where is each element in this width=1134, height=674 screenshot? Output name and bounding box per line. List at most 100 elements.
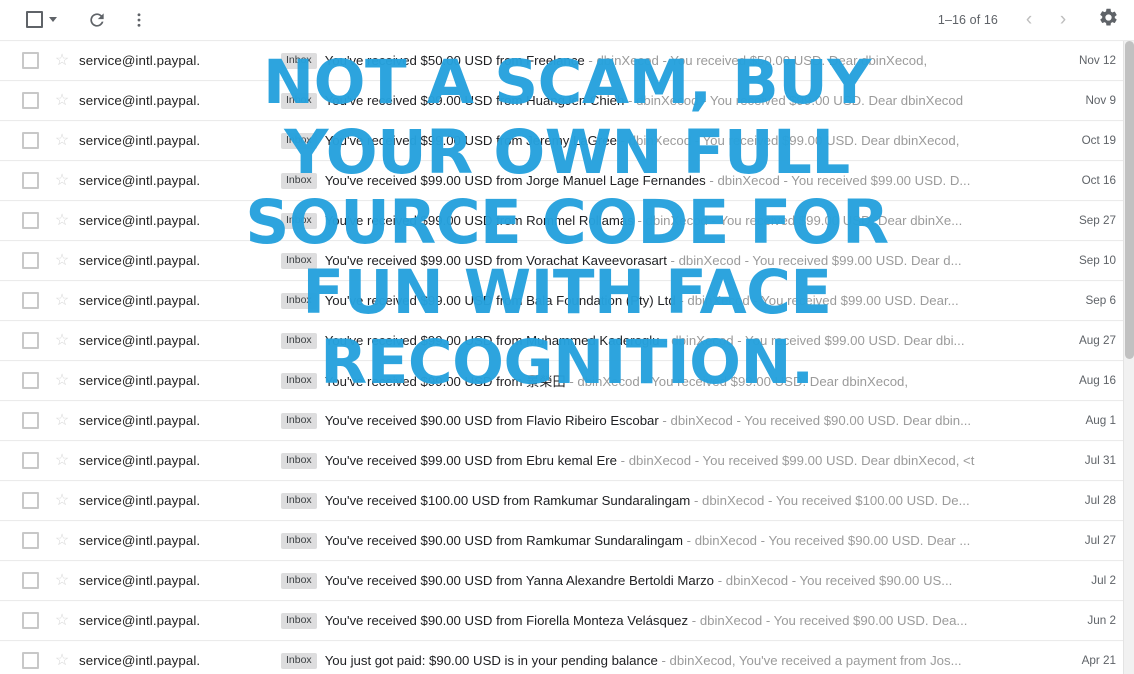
sender-name: service@intl.paypal. <box>79 293 201 308</box>
table-row[interactable]: ☆ service@intl.paypal. Inbox You've receive… <box>0 601 1134 641</box>
mail-list: ☆ service@intl.paypal. Inbox You've receive… <box>0 40 1134 674</box>
table-row[interactable]: ☆ service@intl.paypal. Inbox You've receive… <box>0 201 1134 241</box>
message-preview: You've received $90.00 USD from Yanna Al… <box>325 573 1052 588</box>
row-checkbox[interactable] <box>22 412 39 429</box>
sender-name: service@intl.paypal. <box>79 533 201 548</box>
table-row[interactable]: ☆ service@intl.paypal. Inbox You've receive… <box>0 321 1134 361</box>
message-preview: You've received $99.00 USD from Bala Fou… <box>325 293 1052 308</box>
row-checkbox[interactable] <box>22 172 39 189</box>
sender-name: service@intl.paypal. <box>79 413 201 428</box>
sender-name: service@intl.paypal. <box>79 213 201 228</box>
message-subject: You've received $90.00 USD from Fiorella… <box>324 613 689 628</box>
star-icon[interactable]: ☆ <box>51 492 73 509</box>
settings-button[interactable] <box>1088 0 1128 40</box>
table-row[interactable]: ☆ service@intl.paypal. Inbox You've receive… <box>0 81 1134 121</box>
select-all-control[interactable] <box>22 3 59 37</box>
table-row[interactable]: ☆ service@intl.paypal. Inbox You've receive… <box>0 161 1134 201</box>
message-subject: You just got paid: $90.00 USD is in your… <box>324 653 658 668</box>
message-snippet: - dbinXecod - You received $90.00 USD. D… <box>682 533 971 548</box>
message-subject: You've received $99.00 USD from Bala Fou… <box>324 293 676 308</box>
sender-name: service@intl.paypal. <box>79 333 201 348</box>
message-snippet: - dbinXecod - You received $99.00 USD. D… <box>624 93 964 108</box>
star-icon[interactable]: ☆ <box>51 652 73 669</box>
message-subject: You've received $90.00 USD from Yanna Al… <box>324 573 715 588</box>
star-icon[interactable]: ☆ <box>51 372 73 389</box>
table-row[interactable]: ☆ service@intl.paypal. Inbox You've receive… <box>0 401 1134 441</box>
star-icon[interactable]: ☆ <box>51 532 73 549</box>
sender-name: service@intl.paypal. <box>79 253 201 268</box>
sender-name: service@intl.paypal. <box>79 133 201 148</box>
star-icon[interactable]: ☆ <box>51 52 73 69</box>
mailbox-label-badge: Inbox <box>281 332 317 349</box>
star-icon[interactable]: ☆ <box>51 572 73 589</box>
row-checkbox[interactable] <box>22 452 39 469</box>
mailbox-label-badge: Inbox <box>281 452 317 469</box>
message-snippet: - dbinXecod - You received $99.00 USD. D… <box>675 293 959 308</box>
row-checkbox[interactable] <box>22 212 39 229</box>
mailbox-label-badge: Inbox <box>281 652 317 669</box>
sender-name: service@intl.paypal. <box>79 573 201 588</box>
row-checkbox[interactable] <box>22 332 39 349</box>
star-icon[interactable]: ☆ <box>51 92 73 109</box>
table-row[interactable]: ☆ service@intl.paypal. Inbox You've receive… <box>0 241 1134 281</box>
row-checkbox[interactable] <box>22 52 39 69</box>
chevron-down-icon[interactable] <box>49 17 57 22</box>
row-checkbox[interactable] <box>22 372 39 389</box>
table-row[interactable]: ☆ service@intl.paypal. Inbox You've receive… <box>0 361 1134 401</box>
star-icon[interactable]: ☆ <box>51 292 73 309</box>
scrollbar-thumb[interactable] <box>1125 41 1134 359</box>
message-subject: You've received $99.00 USD from HuangJen… <box>324 93 625 108</box>
table-row[interactable]: ☆ service@intl.paypal. Inbox You've receive… <box>0 121 1134 161</box>
sender-name: service@intl.paypal. <box>79 613 201 628</box>
row-checkbox[interactable] <box>22 492 39 509</box>
star-icon[interactable]: ☆ <box>51 332 73 349</box>
table-row[interactable]: ☆ service@intl.paypal. Inbox You've receive… <box>0 521 1134 561</box>
vertical-scrollbar[interactable] <box>1123 41 1134 674</box>
refresh-button[interactable] <box>77 0 117 40</box>
mailbox-label-badge: Inbox <box>281 172 317 189</box>
select-all-checkbox[interactable] <box>26 11 43 28</box>
mailbox-label-badge: Inbox <box>281 212 317 229</box>
star-icon[interactable]: ☆ <box>51 252 73 269</box>
row-checkbox[interactable] <box>22 652 39 669</box>
star-icon[interactable]: ☆ <box>51 452 73 469</box>
message-subject: You've received $99.00 USD from Jorge Ma… <box>324 173 706 188</box>
table-row[interactable]: ☆ service@intl.paypal. Inbox You just got p… <box>0 641 1134 674</box>
message-snippet: - dbinXecod - You received $90.00 USD. D… <box>688 613 968 628</box>
star-icon[interactable]: ☆ <box>51 132 73 149</box>
mailbox-label-badge: Inbox <box>281 252 317 269</box>
row-checkbox[interactable] <box>22 132 39 149</box>
message-snippet: - dbinXecod - You received $90.00 US... <box>714 573 953 588</box>
sender-name: service@intl.paypal. <box>79 53 201 68</box>
table-row[interactable]: ☆ service@intl.paypal. Inbox You've receive… <box>0 441 1134 481</box>
row-checkbox[interactable] <box>22 292 39 309</box>
message-snippet: - dbinXecod - You received $99.00 USD. D… <box>565 374 909 389</box>
sender-name: service@intl.paypal. <box>79 373 201 388</box>
row-checkbox[interactable] <box>22 92 39 109</box>
table-row[interactable]: ☆ service@intl.paypal. Inbox You've receive… <box>0 281 1134 321</box>
sender-name: service@intl.paypal. <box>79 653 201 668</box>
row-checkbox[interactable] <box>22 572 39 589</box>
message-preview: You've received $90.00 USD from Ramkumar… <box>325 533 1052 548</box>
next-page-button[interactable]: › <box>1046 3 1080 37</box>
mailbox-label-badge: Inbox <box>281 92 317 109</box>
message-preview: You've received $99.00 USD from Ebru kem… <box>325 453 1052 468</box>
row-checkbox[interactable] <box>22 612 39 629</box>
table-row[interactable]: ☆ service@intl.paypal. Inbox You've receive… <box>0 481 1134 521</box>
row-checkbox[interactable] <box>22 532 39 549</box>
more-options-button[interactable] <box>119 0 159 40</box>
message-snippet: - dbinXecod - You received $99.00 USD. D… <box>659 333 965 348</box>
message-preview: You've received $99.00 USD from HuangJen… <box>325 93 1052 108</box>
star-icon[interactable]: ☆ <box>51 412 73 429</box>
star-icon[interactable]: ☆ <box>51 612 73 629</box>
table-row[interactable]: ☆ service@intl.paypal. Inbox You've receive… <box>0 41 1134 81</box>
star-icon[interactable]: ☆ <box>51 212 73 229</box>
table-row[interactable]: ☆ service@intl.paypal. Inbox You've receive… <box>0 561 1134 601</box>
more-vertical-icon <box>130 11 148 29</box>
previous-page-button[interactable]: ‹ <box>1012 3 1046 37</box>
message-preview: You've received $99.00 USD from 景榮田 - db… <box>325 371 1052 390</box>
row-checkbox[interactable] <box>22 252 39 269</box>
mail-toolbar: 1–16 of 16 ‹ › <box>0 0 1134 40</box>
gear-icon <box>1098 7 1119 33</box>
star-icon[interactable]: ☆ <box>51 172 73 189</box>
